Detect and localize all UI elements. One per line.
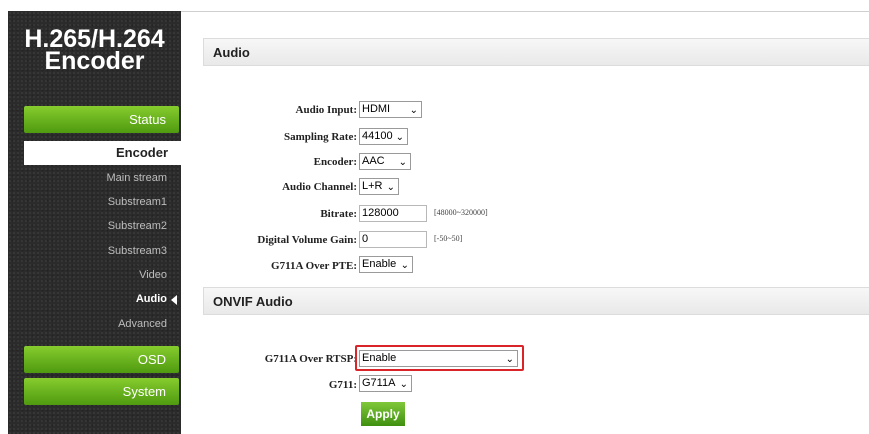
audio-channel-value: L+R [362,180,383,192]
nav-encoder-header[interactable]: Encoder [24,141,181,165]
brand-line2: Encoder [44,47,145,75]
onvif-audio-section-header: ONVIF Audio [203,287,869,315]
bitrate-range-hint: [48000~320000] [434,208,488,217]
nav-substream2[interactable]: Substream2 [24,220,167,232]
volume-gain-label: Digital Volume Gain: [257,234,357,246]
chevron-down-icon: ⌄ [409,105,418,116]
chevron-down-icon: ⌄ [400,260,409,271]
nav-video[interactable]: Video [24,269,167,281]
nav-advanced[interactable]: Advanced [24,318,167,330]
nav-substream1[interactable]: Substream1 [24,196,167,208]
nav-main-stream[interactable]: Main stream [24,172,167,184]
sampling-rate-label: Sampling Rate: [283,131,357,143]
bitrate-input[interactable]: 128000 [359,205,427,222]
g711-value: G711A [362,377,396,389]
nav-status-button[interactable]: Status [24,106,179,133]
audio-input-label: Audio Input: [295,104,357,116]
nav-audio[interactable]: Audio [24,293,177,305]
brand-logo: H.265/H.264 Encoder [8,27,181,75]
sidebar: H.265/H.264 Encoder Status Encoder Main … [8,11,181,434]
top-divider [181,11,869,12]
volume-gain-range-hint: [-50~50] [434,234,463,243]
g711a-pte-label: G711A Over PTE: [271,260,357,272]
apply-button[interactable]: Apply [361,402,405,426]
encoder-label: Encoder: [313,156,357,168]
encoder-select[interactable]: AAC ⌄ [359,153,411,170]
audio-input-value: HDMI [362,103,391,115]
highlight-box [355,345,524,371]
nav-audio-label: Audio [135,293,167,305]
caret-left-icon [171,295,177,305]
chevron-down-icon: ⌄ [395,132,404,143]
audio-input-select[interactable]: HDMI ⌄ [359,101,422,118]
g711a-pte-value: Enable [362,258,397,270]
chevron-down-icon: ⌄ [398,157,407,168]
encoder-value: AAC [362,155,385,167]
nav-osd-button[interactable]: OSD [24,346,179,373]
audio-channel-select[interactable]: L+R ⌄ [359,178,399,195]
audio-channel-label: Audio Channel: [282,181,357,193]
audio-section-header: Audio [203,38,869,66]
g711-label: G711: [328,379,357,391]
sampling-rate-select[interactable]: 44100 ⌄ [359,128,408,145]
chevron-down-icon: ⌄ [399,379,408,390]
chevron-down-icon: ⌄ [386,182,395,193]
volume-gain-input[interactable]: 0 [359,231,427,248]
g711a-rtsp-label: G711A Over RTSP: [264,353,357,365]
g711-select[interactable]: G711A ⌄ [359,375,412,392]
sampling-rate-value: 44100 [362,130,393,142]
bitrate-label: Bitrate: [320,208,357,220]
g711a-pte-select[interactable]: Enable ⌄ [359,256,413,273]
nav-system-button[interactable]: System [24,378,179,405]
nav-substream3[interactable]: Substream3 [24,245,167,257]
